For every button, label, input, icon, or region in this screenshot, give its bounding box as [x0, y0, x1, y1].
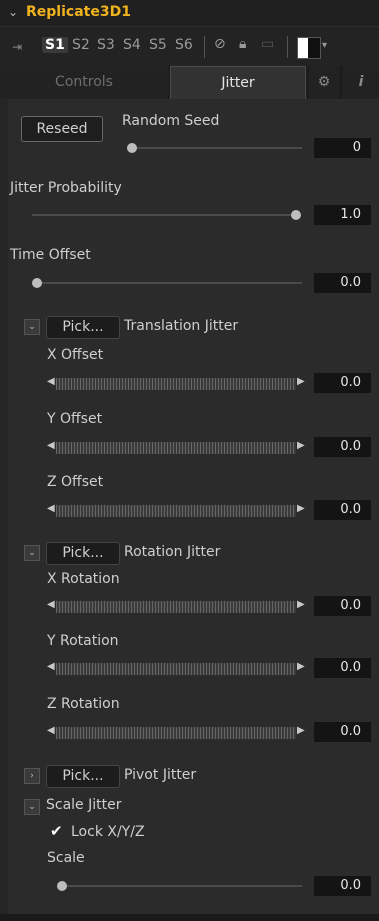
y-rotation-thumbwheel[interactable] [56, 663, 296, 675]
dropdown-arrow-icon[interactable]: ▾ [322, 40, 327, 51]
random-seed-label: Random Seed [122, 113, 220, 129]
lock-icon[interactable]: 🔒︎ [239, 36, 246, 52]
x-offset-value[interactable]: 0.0 [314, 373, 371, 393]
time-offset-value[interactable]: 0.0 [314, 273, 371, 293]
rotation-expand-chevron-icon[interactable]: ⌄ [24, 545, 40, 561]
random-seed-knob[interactable] [127, 143, 137, 153]
pivot-pick-button[interactable]: Pick... [46, 765, 120, 788]
x-rotation-thumbwheel[interactable] [56, 601, 296, 613]
tab-controls[interactable]: Controls [0, 66, 168, 99]
scale-value[interactable]: 0.0 [314, 876, 371, 896]
node-title: Replicate3D1 [26, 4, 131, 20]
time-offset-knob[interactable] [32, 278, 42, 288]
x-rotation-left-arrow-icon[interactable]: ◀ [47, 599, 55, 610]
chevron-down-icon[interactable]: ⌄ [8, 5, 18, 19]
y-offset-left-arrow-icon[interactable]: ◀ [47, 440, 55, 451]
y-rotation-value[interactable]: 0.0 [314, 658, 371, 678]
pin-icon[interactable]: ⇥ [12, 40, 22, 54]
x-rotation-value[interactable]: 0.0 [314, 596, 371, 616]
z-offset-right-arrow-icon[interactable]: ▶ [297, 503, 305, 514]
z-rotation-label: Z Rotation [47, 696, 120, 712]
scale-expand-chevron-icon[interactable]: ⌄ [24, 799, 40, 815]
time-offset-slider[interactable] [36, 282, 302, 284]
color-swatch[interactable] [297, 37, 321, 59]
slot-s6[interactable]: S6 [175, 37, 193, 53]
random-seed-value[interactable]: 0 [314, 138, 371, 158]
scale-jitter-label: Scale Jitter [46, 797, 122, 813]
random-seed-slider[interactable] [130, 147, 302, 149]
x-rotation-label: X Rotation [47, 571, 120, 587]
z-rotation-thumbwheel[interactable] [56, 727, 296, 739]
divider [287, 36, 288, 58]
y-offset-thumbwheel[interactable] [56, 442, 296, 454]
x-offset-right-arrow-icon[interactable]: ▶ [297, 376, 305, 387]
tab-jitter[interactable]: Jitter [170, 66, 306, 100]
z-rotation-left-arrow-icon[interactable]: ◀ [47, 725, 55, 736]
z-rotation-value[interactable]: 0.0 [314, 722, 371, 742]
translation-jitter-label: Translation Jitter [124, 318, 239, 334]
translation-pick-button[interactable]: Pick... [46, 316, 120, 339]
slot-s5[interactable]: S5 [149, 37, 167, 53]
lock-xyz-checkbox[interactable]: ✔ [50, 822, 63, 840]
reseed-button[interactable]: Reseed [21, 116, 103, 142]
y-rotation-left-arrow-icon[interactable]: ◀ [47, 661, 55, 672]
info-icon[interactable]: i [343, 66, 379, 99]
lock-xyz-label: Lock X/Y/Z [71, 824, 145, 840]
divider [204, 36, 205, 58]
z-offset-label: Z Offset [47, 474, 104, 490]
scale-knob[interactable] [57, 881, 67, 891]
scale-label: Scale [47, 850, 85, 866]
disable-icon[interactable]: ⊘ [214, 36, 226, 52]
slot-s4[interactable]: S4 [123, 37, 141, 53]
y-rotation-right-arrow-icon[interactable]: ▶ [297, 661, 305, 672]
y-offset-value[interactable]: 0.0 [314, 437, 371, 457]
slot-s2[interactable]: S2 [72, 37, 90, 53]
x-offset-thumbwheel[interactable] [56, 378, 296, 390]
cache-icon[interactable]: ▭ [261, 36, 274, 52]
panel-bottom-edge [0, 914, 379, 921]
rotation-pick-button[interactable]: Pick... [46, 542, 120, 565]
scale-slider[interactable] [62, 885, 302, 887]
jitter-probability-label: Jitter Probability [10, 180, 122, 196]
jitter-probability-value[interactable]: 1.0 [314, 205, 371, 225]
time-offset-label: Time Offset [10, 247, 91, 263]
x-offset-left-arrow-icon[interactable]: ◀ [47, 376, 55, 387]
pivot-expand-chevron-icon[interactable]: › [24, 768, 40, 784]
pivot-jitter-label: Pivot Jitter [124, 767, 197, 783]
z-offset-thumbwheel[interactable] [56, 505, 296, 517]
jitter-probability-slider[interactable] [32, 214, 298, 216]
z-rotation-right-arrow-icon[interactable]: ▶ [297, 725, 305, 736]
slot-s1[interactable]: S1 [42, 37, 68, 53]
slot-s3[interactable]: S3 [97, 37, 115, 53]
rotation-jitter-label: Rotation Jitter [124, 544, 221, 560]
x-rotation-right-arrow-icon[interactable]: ▶ [297, 599, 305, 610]
y-rotation-label: Y Rotation [47, 633, 119, 649]
translation-expand-chevron-icon[interactable]: ⌄ [24, 319, 40, 335]
z-offset-left-arrow-icon[interactable]: ◀ [47, 503, 55, 514]
jitter-probability-knob[interactable] [291, 210, 301, 220]
x-offset-label: X Offset [47, 347, 104, 363]
y-offset-label: Y Offset [47, 411, 103, 427]
z-offset-value[interactable]: 0.0 [314, 500, 371, 520]
y-offset-right-arrow-icon[interactable]: ▶ [297, 440, 305, 451]
gear-icon[interactable]: ⚙ [309, 66, 339, 99]
